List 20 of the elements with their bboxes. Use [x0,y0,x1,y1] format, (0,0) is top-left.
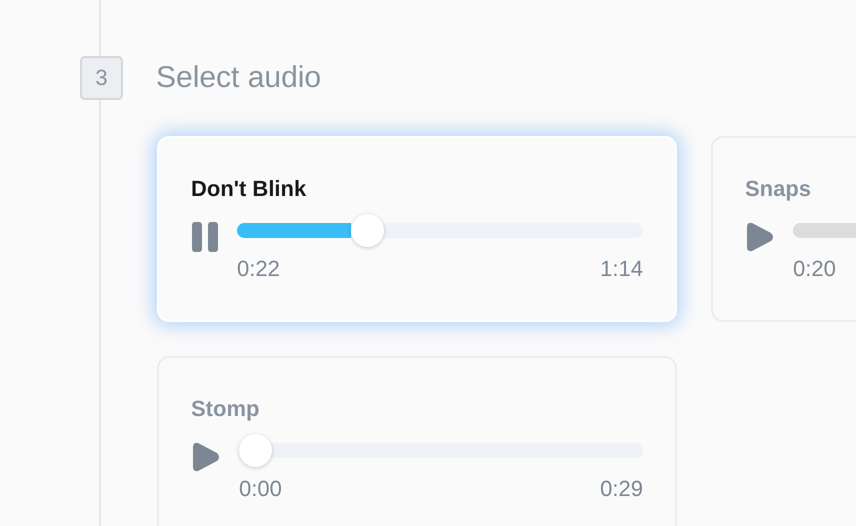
slider-thumb[interactable] [239,434,272,467]
audio-card[interactable]: Stomp 0:00 0:29 [157,356,677,526]
slider-thumb[interactable] [350,214,384,247]
pause-icon[interactable] [191,221,219,253]
audio-card[interactable]: Snaps 0:20 [711,136,856,322]
play-icon[interactable] [745,221,775,253]
track-title: Stomp [191,395,260,423]
duration-time: 0:29 [600,475,643,503]
elapsed-time: 0:00 [239,475,282,503]
duration-time: 1:14 [600,255,643,283]
track-title: Don't Blink [191,175,308,203]
elapsed-time: 0:22 [237,255,280,283]
progress-slider[interactable] [239,434,643,467]
elapsed-time: 0:20 [793,255,836,283]
step-title: Select audio [156,60,322,96]
progress-slider[interactable] [237,214,643,247]
step-number: 3 [80,56,123,100]
track-title: Snaps [745,175,812,203]
audio-card[interactable]: Don't Blink 0:22 1:14 [157,136,677,322]
play-icon[interactable] [191,441,221,473]
